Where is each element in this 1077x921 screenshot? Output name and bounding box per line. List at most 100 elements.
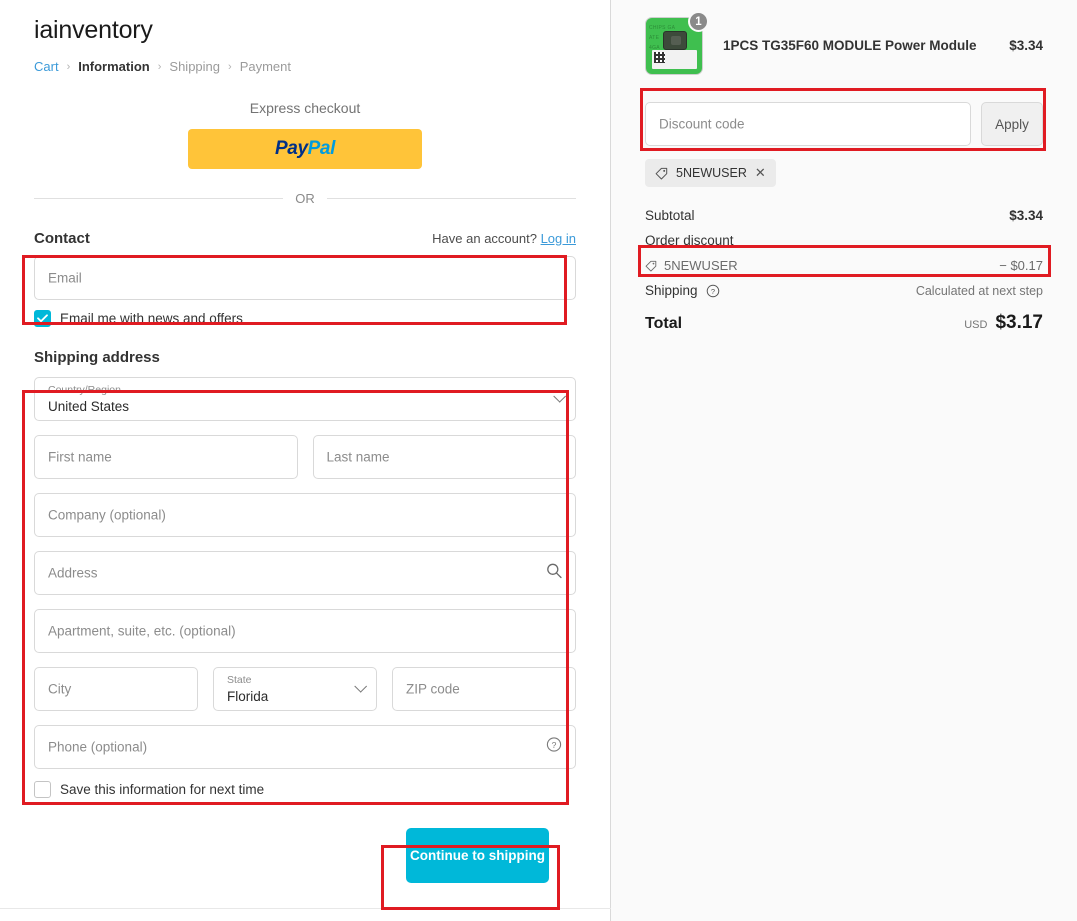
svg-text:?: ? [711,287,715,296]
order-line-item: CHIPS GA ATE 4GA 1 1PCS TG35F60 MODULE P… [645,11,1043,76]
city-field[interactable]: City [34,667,198,711]
contact-header: Contact Have an account? Log in [34,230,576,247]
total-amount: $3.17 [995,312,1043,334]
pcb-sticker-label [652,50,697,69]
order-totals: Subtotal $3.34 Order discount 5NEWUSER −… [645,203,1043,334]
city-state-zip-row: City State Florida ZIP code [34,667,576,711]
discount-code-placeholder: Discount code [659,116,745,132]
newsletter-label: Email me with news and offers [60,311,243,326]
shipping-address-title: Shipping address [34,349,160,366]
chevron-right-icon: › [66,60,71,73]
paypal-logo-pal: Pal [307,138,336,159]
or-divider: OR [34,191,576,206]
product-name: 1PCS TG35F60 MODULE Power Module [723,37,977,53]
discount-code-input[interactable]: Discount code [645,102,971,146]
checkout-page: iainventory Cart › Information › Shippin… [0,0,1077,921]
paypal-logo: PayPal [275,138,335,160]
state-value: Florida [227,689,269,704]
chevron-right-icon: › [228,60,232,73]
breadcrumb-item-shipping: Shipping [169,59,221,74]
save-info-checkbox[interactable] [34,781,51,798]
divider-line-right [326,198,576,199]
city-placeholder: City [48,681,72,697]
subtotal-value: $3.34 [1009,208,1043,223]
account-note-text: Have an account? [432,231,537,246]
discount-detail-code-wrap: 5NEWUSER [645,258,738,273]
save-info-label: Save this information for next time [60,782,265,797]
email-placeholder: Email [48,270,82,286]
country-region-label: Country/Region [48,384,121,396]
checkmark-icon [37,314,48,323]
product-thumbnail-wrapper: CHIPS GA ATE 4GA 1 [645,11,709,76]
applied-discount-chip: 5NEWUSER ✕ [645,159,776,187]
zip-code-field[interactable]: ZIP code [392,667,576,711]
qr-code-icon [654,52,665,63]
name-row: First name Last name [34,435,576,479]
order-discount-row: Order discount [645,228,1043,253]
contact-title: Contact [34,230,90,247]
shipping-address-form: Country/Region United States First name … [34,377,576,769]
paypal-button[interactable]: PayPal [188,129,422,169]
chevron-right-icon: › [157,60,162,73]
breadcrumb-item-payment: Payment [239,59,291,74]
login-link[interactable]: Log in [541,231,576,246]
newsletter-checkbox-row[interactable]: Email me with news and offers [34,310,576,327]
continue-button-row: Continue to shipping [34,828,576,883]
newsletter-checkbox[interactable] [34,310,51,327]
last-name-field[interactable]: Last name [312,435,576,479]
total-label: Total [645,315,683,333]
total-row: Total USD $3.17 [645,303,1043,334]
email-field-wrapper: Email [34,256,576,300]
applied-discount-code: 5NEWUSER [676,166,747,180]
shipping-row: Shipping ? Calculated at next step [645,278,1043,303]
chevron-down-icon [553,389,567,403]
quantity-badge: 1 [688,11,709,32]
zip-code-placeholder: ZIP code [406,681,460,697]
chevron-down-icon [354,679,368,693]
phone-field[interactable]: Phone (optional) ? [34,725,576,769]
product-price: $3.34 [1009,37,1043,53]
first-name-placeholder: First name [48,449,112,465]
or-label: OR [295,191,315,206]
footer-divider [0,908,611,909]
remove-discount-icon[interactable]: ✕ [755,165,766,181]
search-icon[interactable] [546,563,562,584]
save-info-checkbox-row[interactable]: Save this information for next time [34,781,576,798]
breadcrumb-item-information[interactable]: Information [78,59,150,74]
checkout-form-panel: iainventory Cart › Information › Shippin… [0,0,611,921]
email-field[interactable]: Email [34,256,576,300]
tag-icon [645,260,657,272]
shipping-label-wrap: Shipping ? [645,283,720,298]
address-field[interactable]: Address [34,551,576,595]
tag-icon [655,167,668,179]
page-title: iainventory [34,16,153,44]
shipping-label: Shipping [645,283,698,298]
discount-detail-code: 5NEWUSER [664,258,738,273]
discount-code-row: Discount code Apply [645,102,1043,146]
breadcrumb-item-cart[interactable]: Cart [34,59,59,74]
subtotal-label: Subtotal [645,208,695,223]
paypal-logo-pay: Pay [275,138,308,159]
continue-to-shipping-button[interactable]: Continue to shipping [406,828,549,883]
country-region-select[interactable]: Country/Region United States [34,377,576,421]
express-checkout-label: Express checkout [249,100,361,116]
address-placeholder: Address [48,565,98,581]
shipping-value: Calculated at next step [915,283,1043,298]
company-placeholder: Company (optional) [48,507,166,523]
apply-discount-button[interactable]: Apply [981,102,1043,146]
company-field[interactable]: Company (optional) [34,493,576,537]
country-region-value: United States [48,399,130,414]
help-circle-icon[interactable]: ? [546,737,562,758]
state-label: State [227,674,252,686]
order-discount-label: Order discount [645,233,734,248]
first-name-field[interactable]: First name [34,435,298,479]
pcb-component [663,31,687,50]
discount-detail-amount: − $0.17 [999,258,1043,273]
last-name-placeholder: Last name [326,449,390,465]
help-circle-icon[interactable]: ? [706,284,720,298]
apartment-field[interactable]: Apartment, suite, etc. (optional) [34,609,576,653]
total-right-wrap: USD $3.17 [964,312,1043,334]
breadcrumb: Cart › Information › Shipping › Payment [34,59,576,74]
discount-detail-row: 5NEWUSER − $0.17 [645,253,1043,278]
state-select[interactable]: State Florida [213,667,377,711]
